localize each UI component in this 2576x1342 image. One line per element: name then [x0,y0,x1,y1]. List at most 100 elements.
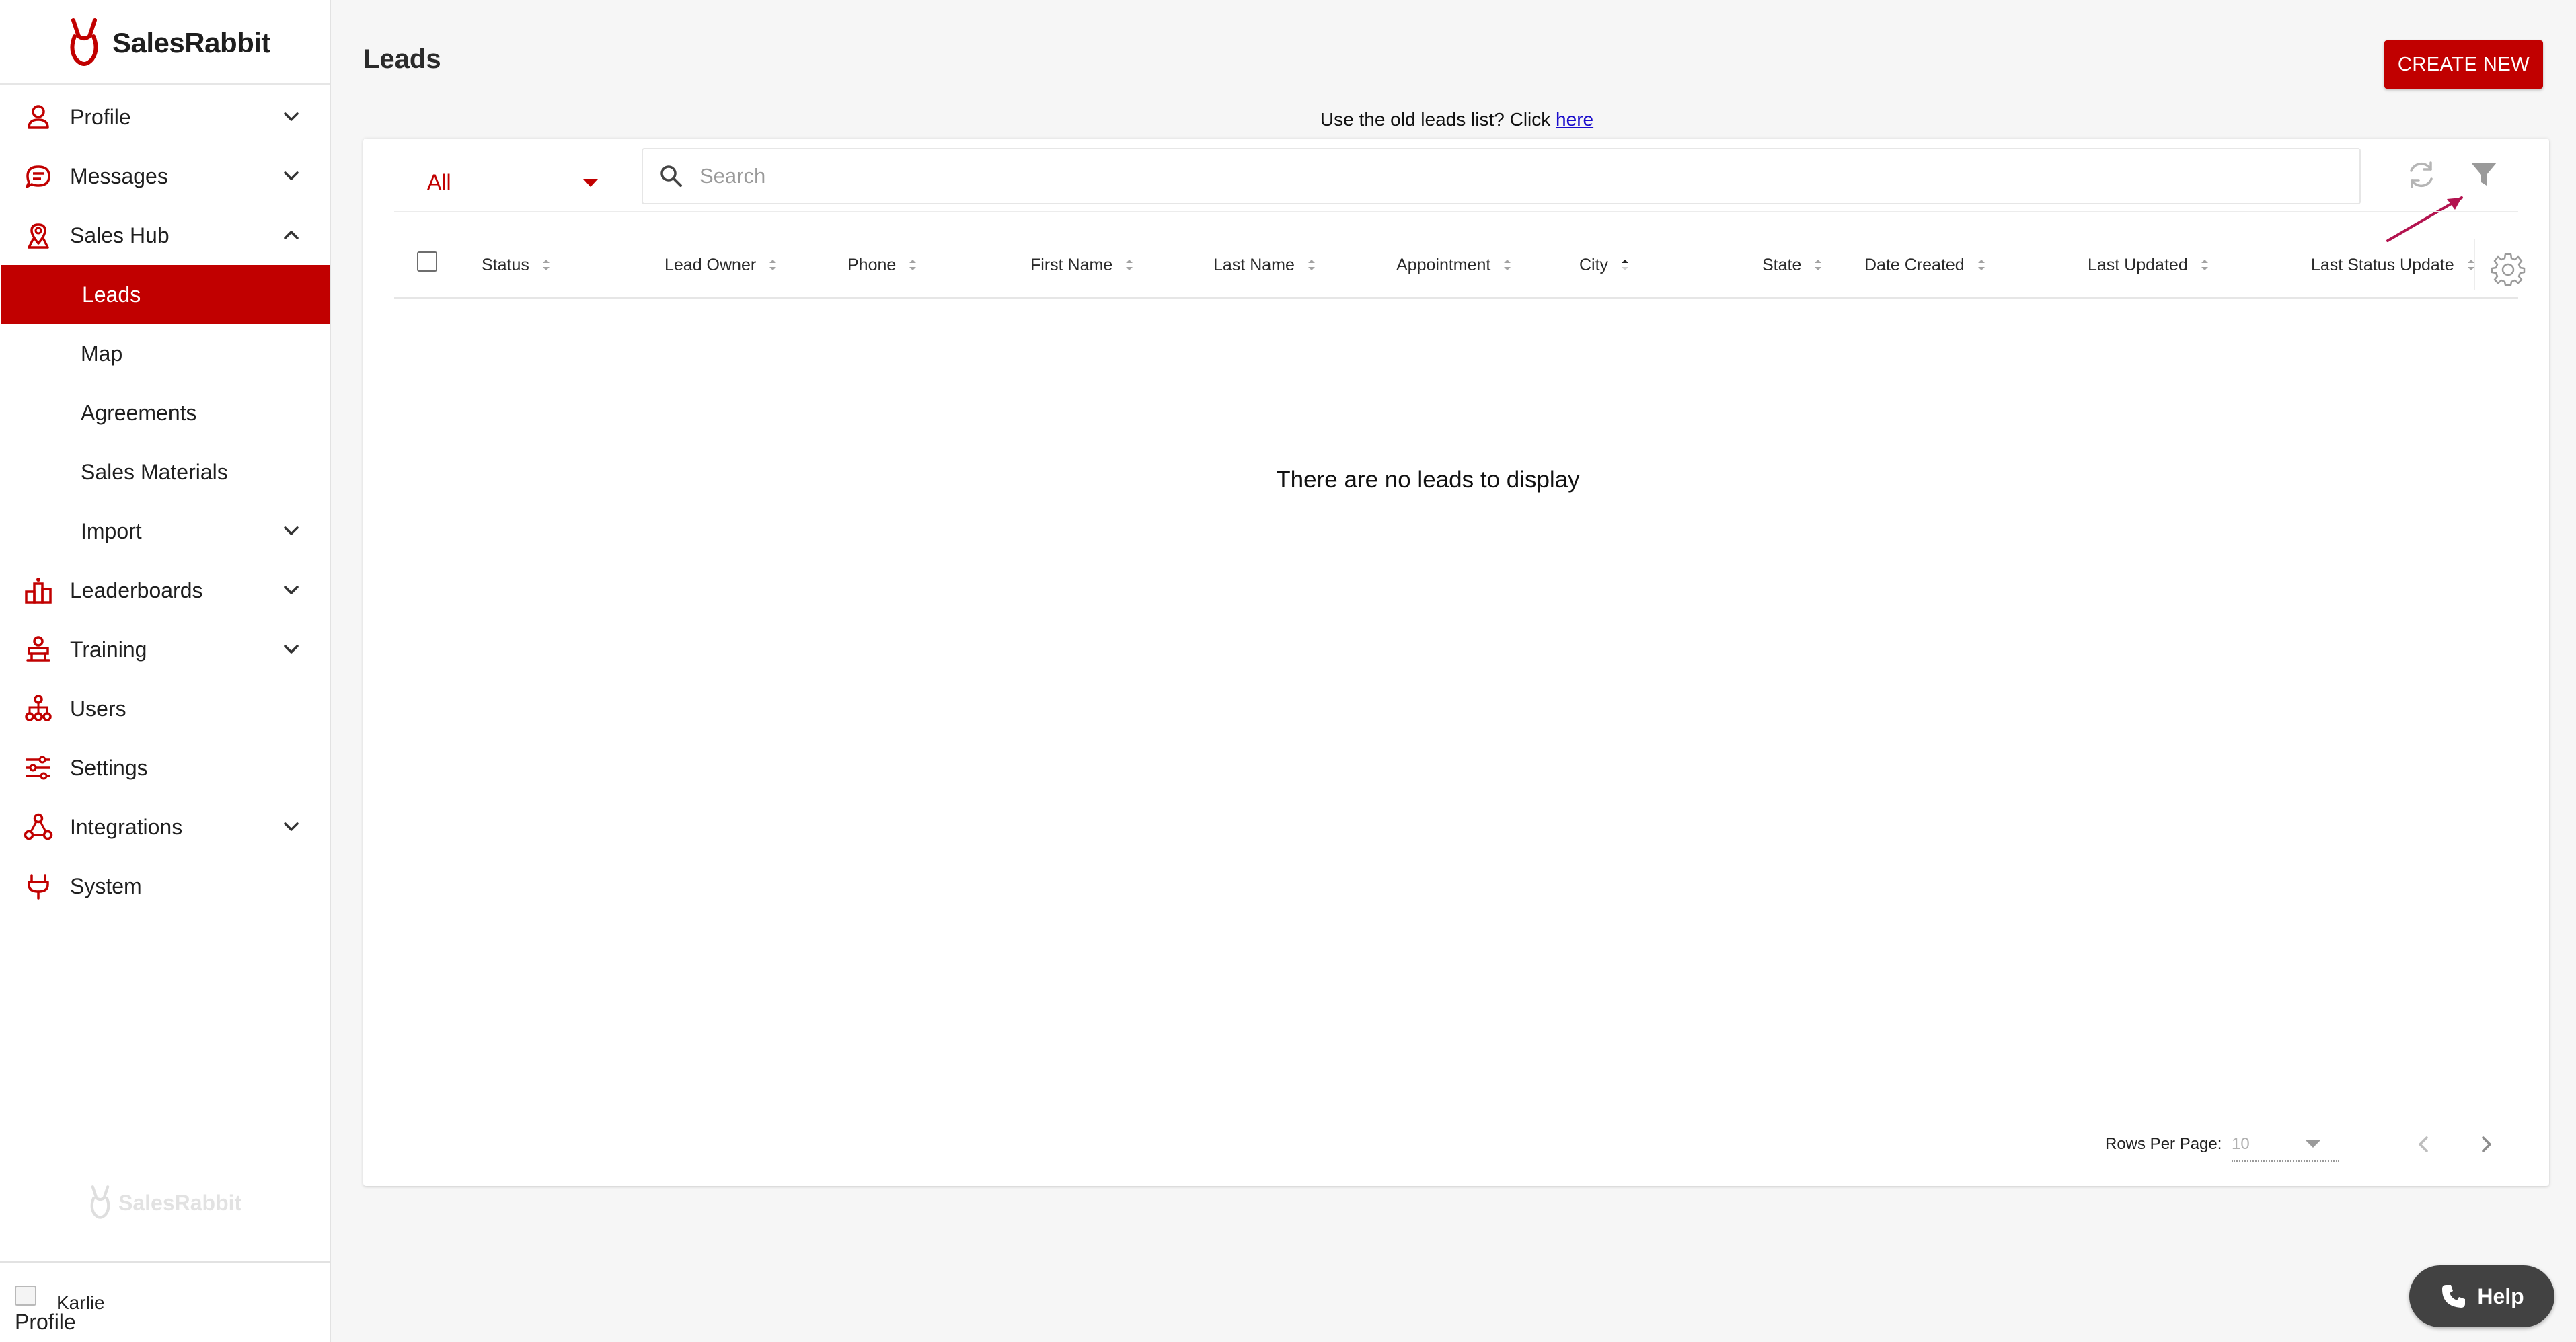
gear-icon[interactable] [2491,251,2526,286]
column-header-date-created[interactable]: Date Created [1864,233,1987,297]
sidebar-item-settings[interactable]: Settings [0,738,330,797]
help-label: Help [2477,1284,2524,1308]
map-pin-icon [23,220,54,251]
chevron-down-icon [284,586,299,594]
sidebar-item-sales-materials[interactable]: Sales Materials [0,442,330,502]
training-icon [23,634,54,665]
column-header-last-status-update[interactable]: Last Status Update [2311,233,2477,297]
column-header-first-name[interactable]: First Name [1030,233,1135,297]
sidebar: SalesRabbit Profile Messages Sales Hub L… [0,0,331,1342]
sidebar-item-label: Sales Hub [70,223,169,247]
sidebar-item-label: Integrations [70,814,183,839]
divider [394,211,2518,212]
salesrabbit-logo[interactable]: SalesRabbit [64,16,270,70]
column-header-lead-owner[interactable]: Lead Owner [665,233,779,297]
column-label: Date Created [1864,255,1965,274]
sidebar-item-integrations[interactable]: Integrations [0,797,330,857]
sidebar-item-users[interactable]: Users [0,679,330,738]
column-label: Lead Owner [665,255,757,274]
footer-brand-name: SalesRabbit [118,1190,242,1215]
column-label: Status [482,255,529,274]
plug-icon [23,871,54,902]
column-label: Phone [847,255,897,274]
sidebar-item-label: Messages [70,163,168,188]
sidebar-item-leads[interactable]: Leads [1,265,330,324]
sort-icon [909,260,917,270]
column-label: First Name [1030,255,1113,274]
sidebar-item-label: Import [81,518,142,543]
old-leads-notice: Use the old leads list? Click here [0,109,2576,130]
sidebar-item-training[interactable]: Training [0,620,330,679]
sidebar-item-label: System [70,873,142,898]
sort-icon [1126,260,1133,270]
chevron-down-icon [284,171,299,180]
sidebar-item-sales-hub[interactable]: Sales Hub [0,206,330,265]
column-header-state[interactable]: State [1762,233,1824,297]
sidebar-item-label: Map [81,341,123,366]
divider [2474,239,2475,290]
avatar [15,1286,36,1306]
sort-icon [542,260,550,270]
page-title: Leads [363,44,441,74]
sort-icon [1815,260,1822,270]
rows-per-page-value: 10 [2232,1135,2250,1153]
refresh-icon[interactable] [2404,157,2439,192]
search-icon [660,165,682,187]
column-header-appointment[interactable]: Appointment [1396,233,1513,297]
divider [0,1261,330,1263]
chevron-up-icon [284,231,299,239]
column-header-city[interactable]: City [1579,233,1631,297]
chevron-left-icon[interactable] [2409,1130,2439,1159]
sidebar-item-leaderboards[interactable]: Leaderboards [0,561,330,620]
integrations-icon [23,812,54,842]
column-header-last-updated[interactable]: Last Updated [2088,233,2211,297]
leads-card: All Status Lead Owner Phone [363,139,2549,1186]
search-box[interactable] [642,148,2361,204]
caret-down-icon [2306,1140,2320,1148]
sidebar-item-label: Sales Materials [81,459,228,484]
old-leads-link[interactable]: here [1556,109,1593,130]
sort-icon [1308,260,1315,270]
column-header-status[interactable]: Status [482,233,552,297]
column-label: State [1762,255,1802,274]
lead-filter-select[interactable]: All [427,159,602,206]
rabbit-logo-icon [90,1185,110,1219]
chevron-down-icon [284,526,299,535]
column-label: Last Status Update [2311,255,2454,274]
sort-icon [2201,260,2208,270]
brand-name: SalesRabbit [112,27,270,58]
sidebar-item-label: Leaderboards [70,578,203,602]
avatar-alt-text: Profile [15,1310,76,1334]
rows-per-page-select[interactable]: 10 [2232,1124,2339,1162]
old-leads-text: Use the old leads list? Click [1320,109,1551,130]
sidebar-item-label: Training [70,637,147,662]
caret-down-icon [583,179,598,187]
sidebar-item-messages[interactable]: Messages [0,147,330,206]
rows-per-page-label: Rows Per Page: [2105,1135,2222,1153]
sidebar-item-label: Agreements [81,400,197,425]
sidebar-item-label: Settings [70,755,148,780]
filter-funnel-icon[interactable] [2467,157,2501,191]
column-label: City [1579,255,1609,274]
sidebar-item-agreements[interactable]: Agreements [0,383,330,442]
column-label: Appointment [1396,255,1491,274]
chevron-right-icon[interactable] [2471,1130,2501,1159]
search-input[interactable] [699,164,2314,188]
select-all-checkbox[interactable] [417,251,437,272]
sort-icon [1977,260,1985,270]
chat-icon [23,161,54,192]
main-nav: Profile Messages Sales Hub Leads Map Agr… [0,87,330,916]
chevron-down-icon [284,822,299,831]
sort-icon [1504,260,1511,270]
sidebar-item-label: Leads [82,282,141,307]
sidebar-item-map[interactable]: Map [0,324,330,383]
sidebar-item-system[interactable]: System [0,857,330,916]
table-header: Status Lead Owner Phone First Name Last … [394,233,2526,297]
create-new-button[interactable]: CREATE NEW [2384,40,2543,89]
podium-icon [23,575,54,606]
sort-icon [769,260,777,270]
column-header-phone[interactable]: Phone [847,233,919,297]
help-button[interactable]: Help [2409,1265,2554,1327]
column-header-last-name[interactable]: Last Name [1213,233,1318,297]
sidebar-item-import[interactable]: Import [0,502,330,561]
